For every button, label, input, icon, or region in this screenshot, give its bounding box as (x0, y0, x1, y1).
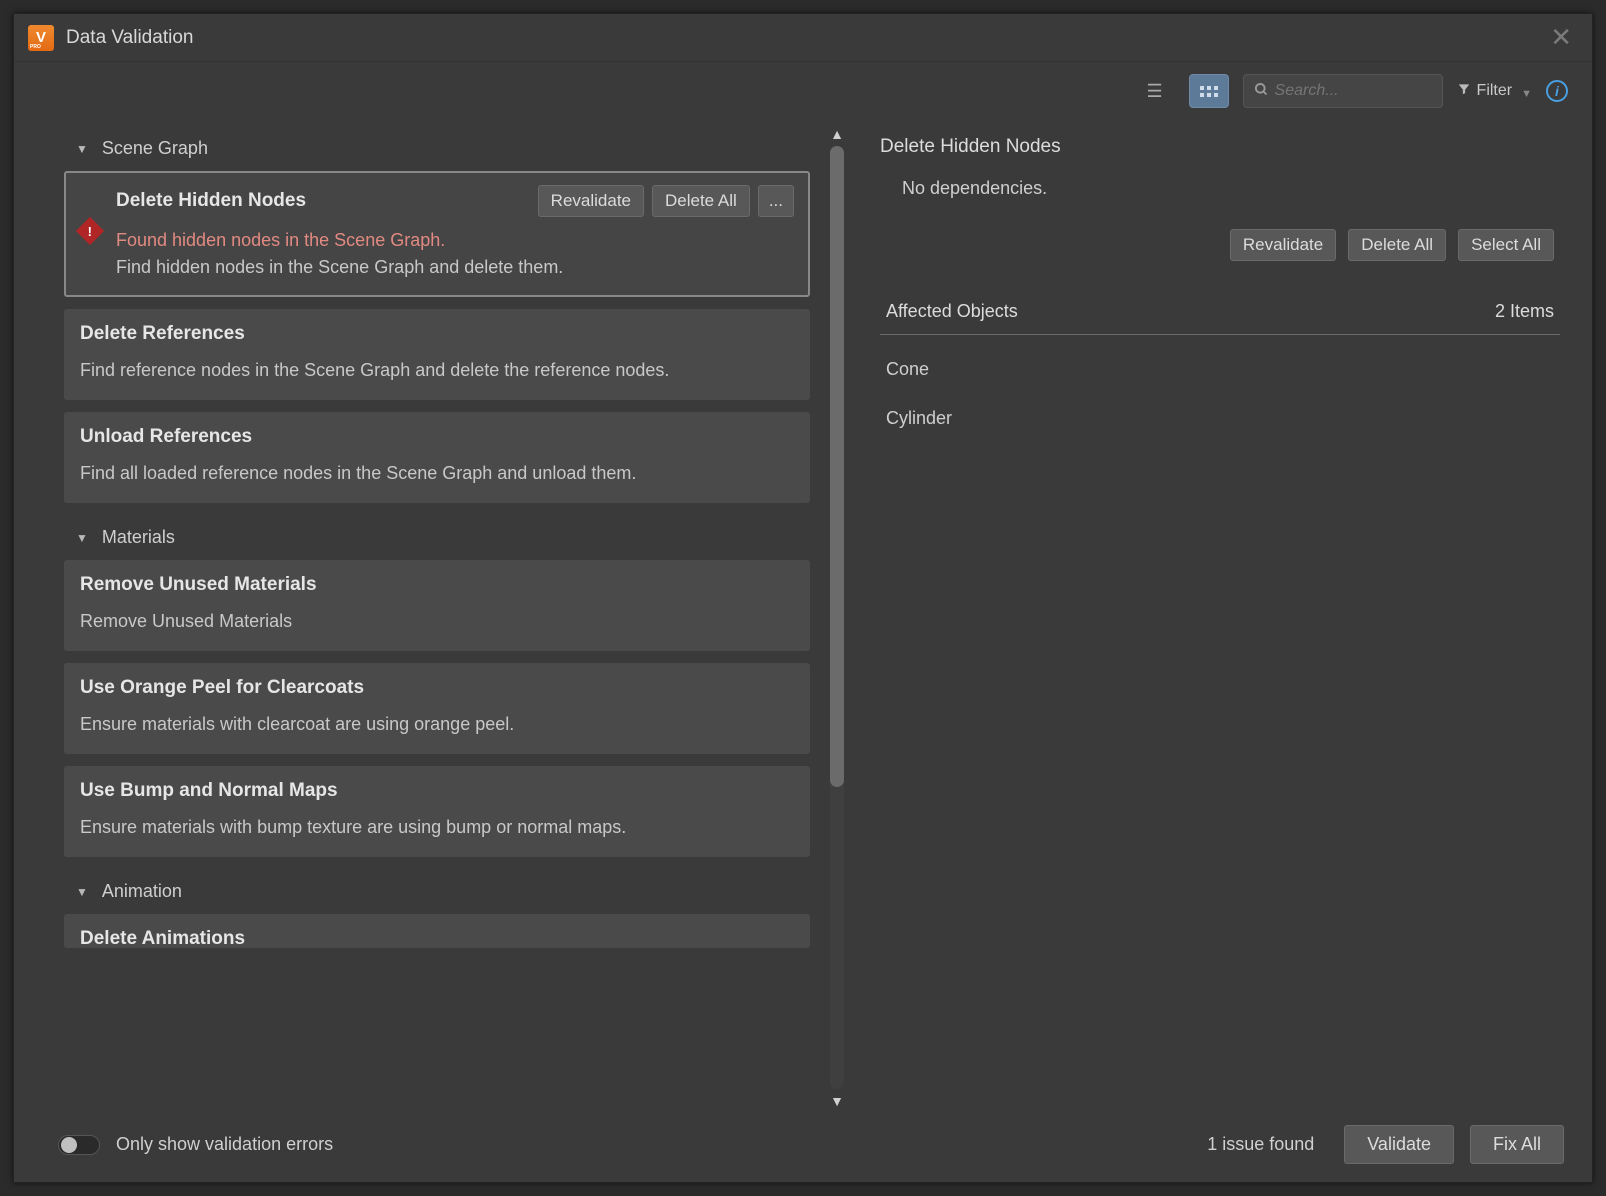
detail-select-all-button[interactable]: Select All (1458, 229, 1554, 261)
chevron-down-icon: ▼ (76, 531, 88, 545)
rules-list: ▼ Scene Graph ! Delete Hidden Nodes Reva… (58, 126, 820, 1109)
scroll-down-icon[interactable]: ▼ (830, 1093, 844, 1109)
errors-only-toggle[interactable] (58, 1135, 100, 1155)
grid-icon (1200, 86, 1218, 97)
scroll-thumb[interactable] (830, 146, 844, 787)
list-icon: ☰ (1146, 81, 1162, 102)
detail-revalidate-button[interactable]: Revalidate (1230, 229, 1336, 261)
chevron-down-icon: ▼ (76, 885, 88, 899)
footer: Only show validation errors 1 issue foun… (14, 1109, 1592, 1182)
affected-object[interactable]: Cylinder (880, 394, 1560, 443)
toggle-knob (61, 1137, 77, 1153)
delete-all-button[interactable]: Delete All (652, 185, 750, 217)
rule-delete-hidden-nodes[interactable]: ! Delete Hidden Nodes Revalidate Delete … (64, 171, 810, 297)
rule-title: Use Bump and Normal Maps (80, 780, 794, 802)
revalidate-button[interactable]: Revalidate (538, 185, 644, 217)
rule-title: Use Orange Peel for Clearcoats (80, 677, 794, 699)
rule-orange-peel[interactable]: Use Orange Peel for Clearcoats Ensure ma… (64, 663, 810, 754)
scrollbar[interactable]: ▲ ▼ (826, 126, 848, 1109)
affected-object[interactable]: Cone (880, 345, 1560, 394)
close-icon[interactable]: ✕ (1544, 22, 1578, 53)
detail-pane: Delete Hidden Nodes No dependencies. Rev… (868, 126, 1570, 1109)
info-icon[interactable]: i (1546, 80, 1568, 102)
section-scene-graph[interactable]: ▼ Scene Graph (58, 126, 816, 171)
chevron-down-icon: ▼ (1521, 88, 1532, 100)
toolbar: ☰ Filter ▼ i (14, 62, 1592, 116)
list-view-button[interactable]: ☰ (1135, 74, 1175, 108)
filter-label: Filter (1477, 82, 1513, 100)
rule-desc: Find reference nodes in the Scene Graph … (80, 357, 794, 384)
issue-count: 1 issue found (1207, 1134, 1314, 1155)
rule-remove-unused-materials[interactable]: Remove Unused Materials Remove Unused Ma… (64, 560, 810, 651)
scroll-track[interactable] (830, 146, 844, 1089)
rules-pane: ▼ Scene Graph ! Delete Hidden Nodes Reva… (58, 126, 848, 1109)
dialog-body: ▼ Scene Graph ! Delete Hidden Nodes Reva… (14, 116, 1592, 1109)
section-materials[interactable]: ▼ Materials (58, 515, 816, 560)
filter-icon (1457, 82, 1471, 101)
rule-delete-references[interactable]: Delete References Find reference nodes i… (64, 309, 810, 400)
section-label: Materials (102, 527, 175, 548)
window-title: Data Validation (66, 27, 193, 49)
affected-label: Affected Objects (886, 301, 1018, 322)
more-button[interactable]: ... (758, 185, 794, 217)
section-label: Scene Graph (102, 138, 208, 159)
toggle-label: Only show validation errors (116, 1134, 333, 1155)
rule-error-text: Found hidden nodes in the Scene Graph. (116, 227, 794, 254)
scroll-up-icon[interactable]: ▲ (830, 126, 844, 142)
section-label: Animation (102, 881, 182, 902)
app-icon: V (28, 25, 54, 51)
rule-desc: Find hidden nodes in the Scene Graph and… (116, 254, 794, 281)
rule-desc: Remove Unused Materials (80, 608, 794, 635)
section-animation[interactable]: ▼ Animation (58, 869, 816, 914)
rule-title: Delete Animations (80, 928, 794, 948)
rule-bump-normal[interactable]: Use Bump and Normal Maps Ensure material… (64, 766, 810, 857)
titlebar: V Data Validation ✕ (14, 14, 1592, 62)
detail-subtitle: No dependencies. (880, 178, 1560, 199)
affected-count: 2 Items (1495, 301, 1554, 322)
grid-view-button[interactable] (1189, 74, 1229, 108)
search-input-wrap[interactable] (1243, 74, 1443, 108)
rule-title: Unload References (80, 426, 794, 448)
rule-desc: Ensure materials with bump texture are u… (80, 814, 794, 841)
detail-delete-all-button[interactable]: Delete All (1348, 229, 1446, 261)
rule-title: Delete References (80, 323, 794, 345)
rule-title: Delete Hidden Nodes (116, 190, 530, 212)
fix-all-button[interactable]: Fix All (1470, 1125, 1564, 1164)
rule-desc: Ensure materials with clearcoat are usin… (80, 711, 794, 738)
filter-dropdown[interactable]: Filter ▼ (1457, 82, 1532, 101)
search-input[interactable] (1275, 82, 1432, 100)
rule-title: Remove Unused Materials (80, 574, 794, 596)
rule-unload-references[interactable]: Unload References Find all loaded refere… (64, 412, 810, 503)
affected-header: Affected Objects 2 Items (880, 289, 1560, 335)
error-icon: ! (76, 217, 104, 245)
detail-title: Delete Hidden Nodes (880, 136, 1560, 158)
data-validation-dialog: V Data Validation ✕ ☰ Filter ▼ i (13, 13, 1593, 1183)
rule-desc: Find all loaded reference nodes in the S… (80, 460, 794, 487)
validate-button[interactable]: Validate (1344, 1125, 1454, 1164)
search-icon (1254, 82, 1269, 101)
rule-delete-animations[interactable]: Delete Animations (64, 914, 810, 948)
chevron-down-icon: ▼ (76, 142, 88, 156)
